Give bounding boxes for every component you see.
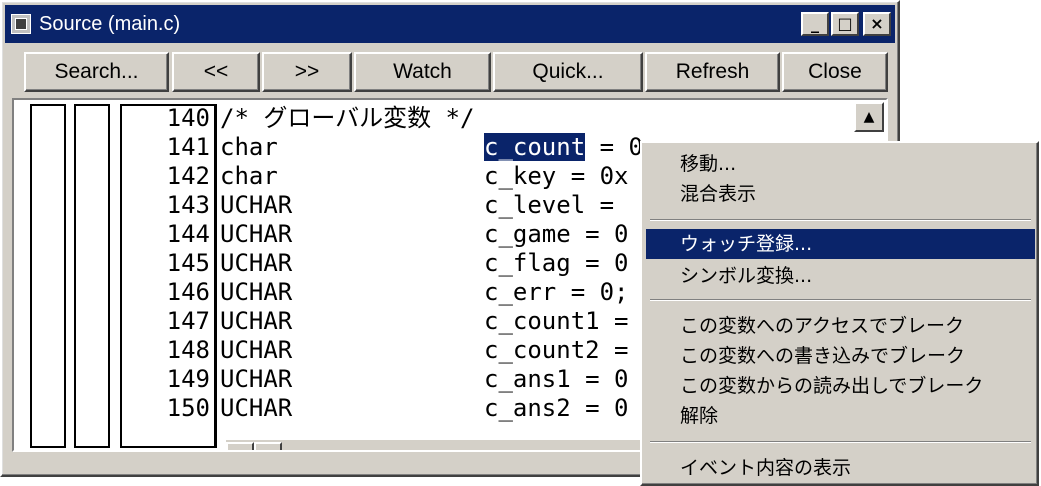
window-title: Source (main.c) — [39, 13, 181, 35]
minimize-button[interactable]: _ — [801, 12, 829, 36]
code-declaration: c_flag = 0 — [484, 249, 629, 277]
code-declaration: c_game = 0 — [484, 220, 629, 248]
line-number: 142 — [166, 162, 210, 190]
code-type: char — [220, 133, 278, 161]
watch-button[interactable]: Watch — [354, 52, 491, 92]
refresh-button[interactable]: Refresh — [645, 52, 780, 92]
code-declaration-rest: = 0 — [585, 133, 643, 161]
code-type: UCHAR — [220, 278, 293, 306]
context-menu: 移動... 混合表示 ウォッチ登録... シンボル変換... この変数へのアクセ… — [640, 141, 1039, 486]
menu-item-symbol-convert[interactable]: シンボル変換... — [646, 261, 1035, 291]
code-line[interactable]: 140 /* グローバル変数 */ — [14, 104, 874, 133]
menu-separator — [650, 299, 1031, 301]
horizontal-scrollbar[interactable]: ◀ — [226, 440, 646, 450]
menu-separator — [650, 441, 1031, 443]
selected-symbol[interactable]: c_count — [484, 133, 586, 161]
next-button[interactable]: >> — [262, 52, 352, 92]
menu-item-break-on-access[interactable]: この変数へのアクセスでブレーク — [646, 311, 1035, 341]
code-declaration: c_level = — [484, 191, 615, 219]
title-bar[interactable]: Source (main.c) _ □ × — [5, 5, 895, 43]
code-type: /* グローバル変数 */ — [220, 104, 475, 132]
scroll-thumb[interactable] — [254, 442, 282, 450]
quick-button[interactable]: Quick... — [493, 52, 643, 92]
menu-item-clear[interactable]: 解除 — [646, 401, 1035, 431]
menu-item-break-on-read[interactable]: この変数からの読み出しでブレーク — [646, 371, 1035, 401]
search-button[interactable]: Search... — [24, 52, 169, 92]
close-button[interactable]: Close — [782, 52, 888, 92]
line-number: 140 — [166, 104, 210, 132]
code-type: UCHAR — [220, 191, 293, 219]
code-declaration: c_key = 0x — [484, 162, 629, 190]
line-number: 145 — [166, 249, 210, 277]
code-type: char — [220, 162, 278, 190]
prev-button[interactable]: << — [172, 52, 260, 92]
scroll-up-button[interactable]: ▲ — [854, 102, 884, 132]
code-declaration: c_count1 = — [484, 307, 629, 335]
code-type: UCHAR — [220, 365, 293, 393]
maximize-button[interactable]: □ — [831, 12, 859, 36]
line-number: 146 — [166, 278, 210, 306]
scroll-left-button[interactable]: ◀ — [226, 442, 254, 450]
menu-item-add-watch[interactable]: ウォッチ登録... — [646, 229, 1035, 259]
line-number: 150 — [166, 394, 210, 422]
line-number: 143 — [166, 191, 210, 219]
menu-item-break-on-write[interactable]: この変数への書き込みでブレーク — [646, 341, 1035, 371]
line-number: 147 — [166, 307, 210, 335]
code-type: UCHAR — [220, 307, 293, 335]
line-number: 141 — [166, 133, 210, 161]
code-type: UCHAR — [220, 220, 293, 248]
code-type: UCHAR — [220, 249, 293, 277]
menu-item-mixed-display[interactable]: 混合表示 — [646, 179, 1035, 209]
close-window-button[interactable]: × — [863, 12, 891, 36]
window-icon — [11, 14, 31, 34]
code-type: UCHAR — [220, 336, 293, 364]
code-declaration: c_ans1 = 0 — [484, 365, 629, 393]
code-type: UCHAR — [220, 394, 293, 422]
code-declaration: c_count2 = — [484, 336, 629, 364]
menu-separator — [650, 219, 1031, 221]
menu-item-move[interactable]: 移動... — [646, 149, 1035, 179]
line-number: 149 — [166, 365, 210, 393]
line-number: 148 — [166, 336, 210, 364]
line-number: 144 — [166, 220, 210, 248]
code-declaration: c_err = 0; — [484, 278, 629, 306]
code-declaration: c_count = 0 — [484, 133, 643, 162]
menu-item-show-event[interactable]: イベント内容の表示 — [646, 453, 1035, 483]
code-declaration: c_ans2 = 0 — [484, 394, 629, 422]
